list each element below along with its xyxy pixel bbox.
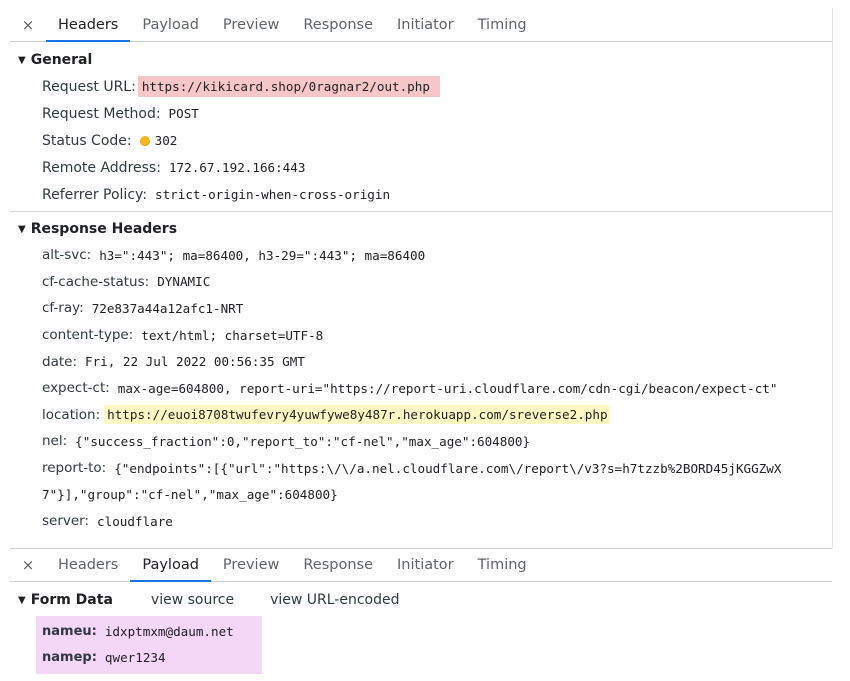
- tab-headers[interactable]: Headers: [46, 549, 130, 581]
- header-key: report-to:: [42, 460, 107, 477]
- view-source-link[interactable]: view source: [151, 592, 234, 608]
- referrer-policy-row: Referrer Policy: strict-origin-when-cros…: [42, 181, 832, 208]
- tab-initiator[interactable]: Initiator: [385, 8, 466, 41]
- header-key: content-type:: [42, 327, 134, 344]
- header-row-continuation: 7"}],"group":"cf-nel","max_age":604800}: [42, 481, 832, 508]
- header-value[interactable]: h3=":443"; ma=86400, h3-29=":443"; ma=86…: [99, 248, 425, 263]
- tab-headers[interactable]: Headers: [46, 8, 131, 42]
- form-value[interactable]: idxptmxm@daum.net: [105, 624, 234, 639]
- expand-triangle-icon: ▼: [18, 223, 26, 235]
- form-key: namep:: [42, 649, 97, 665]
- general-rows: Request URL: https://kikicard.shop/0ragn…: [10, 73, 832, 208]
- header-row: cf-ray: 72e837a44a12afc1-NRT: [42, 295, 832, 322]
- header-key: Request URL:: [42, 78, 136, 95]
- header-value[interactable]: Fri, 22 Jul 2022 00:56:35 GMT: [85, 354, 305, 369]
- tab-bar: × Headers Payload Preview Response Initi…: [10, 8, 832, 42]
- form-data-rows: nameu: idxptmxm@daum.net namep: qwer1234: [36, 616, 262, 674]
- header-key: expect-ct:: [42, 380, 110, 397]
- general-section-header[interactable]: ▼ General: [10, 47, 832, 73]
- close-icon[interactable]: ×: [10, 8, 46, 41]
- header-row: expect-ct: max-age=604800, report-uri="h…: [42, 375, 832, 402]
- header-value[interactable]: 7"}],"group":"cf-nel","max_age":604800}: [42, 487, 338, 502]
- header-key: nel:: [42, 433, 68, 450]
- header-key: cf-cache-status:: [42, 273, 150, 290]
- header-value[interactable]: 72e837a44a12afc1-NRT: [92, 301, 244, 316]
- header-value[interactable]: strict-origin-when-cross-origin: [155, 187, 390, 202]
- header-value[interactable]: text/html; charset=UTF-8: [141, 328, 323, 343]
- response-headers-title: Response Headers: [30, 221, 178, 237]
- form-data-row: nameu: idxptmxm@daum.net: [42, 618, 256, 644]
- header-value[interactable]: {"success_fraction":0,"report_to":"cf-ne…: [75, 434, 530, 449]
- form-key: nameu:: [42, 623, 97, 639]
- tab-initiator[interactable]: Initiator: [385, 549, 466, 581]
- location-row: location: https://euoi8708twufevry4yuwfy…: [42, 402, 832, 429]
- form-data-row: namep: qwer1234: [42, 644, 256, 670]
- payload-panel: × Headers Payload Preview Response Initi…: [10, 548, 832, 681]
- form-data-section-header[interactable]: ▼ Form Data view source view URL-encoded: [10, 586, 832, 614]
- tab-response[interactable]: Response: [291, 549, 385, 581]
- general-title: General: [30, 52, 93, 68]
- remote-address-row: Remote Address: 172.67.192.166:443: [42, 154, 832, 181]
- header-key: location:: [42, 406, 101, 423]
- header-value[interactable]: POST: [169, 106, 199, 121]
- header-key: date:: [42, 353, 77, 370]
- header-key: server:: [42, 513, 90, 530]
- tab-payload[interactable]: Payload: [130, 549, 211, 582]
- header-value[interactable]: max-age=604800, report-uri="https://repo…: [118, 381, 778, 396]
- expand-triangle-icon: ▼: [18, 594, 26, 606]
- tab-payload[interactable]: Payload: [130, 8, 211, 41]
- header-row: cf-cache-status: DYNAMIC: [42, 269, 832, 296]
- header-key: cf-ray:: [42, 300, 84, 317]
- close-icon[interactable]: ×: [10, 549, 46, 581]
- header-row: nel: {"success_fraction":0,"report_to":"…: [42, 428, 832, 455]
- header-row: date: Fri, 22 Jul 2022 00:56:35 GMT: [42, 348, 832, 375]
- view-url-encoded-link[interactable]: view URL-encoded: [270, 592, 399, 608]
- status-code-row: Status Code: 302: [42, 127, 832, 154]
- request-method-row: Request Method: POST: [42, 100, 832, 127]
- header-value[interactable]: cloudflare: [97, 514, 173, 529]
- response-headers-section-header[interactable]: ▼ Response Headers: [10, 216, 832, 242]
- form-value[interactable]: qwer1234: [105, 650, 166, 665]
- tab-timing[interactable]: Timing: [466, 549, 539, 581]
- tab-bar: × Headers Payload Preview Response Initi…: [10, 548, 832, 582]
- header-key: Referrer Policy:: [42, 186, 147, 203]
- header-row: report-to: {"endpoints":[{"url":"https:\…: [42, 455, 832, 482]
- header-value[interactable]: DYNAMIC: [157, 274, 210, 289]
- form-data-title: Form Data: [30, 592, 113, 608]
- request-url-row: Request URL: https://kikicard.shop/0ragn…: [42, 73, 832, 100]
- header-key: Request Method:: [42, 105, 161, 122]
- header-value[interactable]: {"endpoints":[{"url":"https:\/\/a.nel.cl…: [114, 461, 781, 476]
- header-row: alt-svc: h3=":443"; ma=86400, h3-29=":44…: [42, 242, 832, 269]
- request-url-value[interactable]: https://kikicard.shop/0ragnar2/out.php: [137, 76, 440, 97]
- tab-response[interactable]: Response: [291, 8, 385, 41]
- status-code-value[interactable]: 302: [155, 133, 178, 148]
- tab-preview[interactable]: Preview: [211, 549, 291, 581]
- header-key: Remote Address:: [42, 159, 161, 176]
- expand-triangle-icon: ▼: [18, 54, 26, 66]
- status-dot-icon: [139, 135, 150, 146]
- header-row: server: cloudflare: [42, 508, 832, 535]
- header-key: Status Code:: [42, 132, 132, 149]
- header-value[interactable]: 172.67.192.166:443: [169, 160, 305, 175]
- response-header-rows: alt-svc: h3=":443"; ma=86400, h3-29=":44…: [10, 242, 832, 535]
- tab-timing[interactable]: Timing: [466, 8, 539, 41]
- header-key: alt-svc:: [42, 247, 92, 264]
- location-value[interactable]: https://euoi8708twufevry4yuwfywe8y487r.h…: [104, 405, 610, 425]
- headers-panel: × Headers Payload Preview Response Initi…: [10, 8, 833, 548]
- tab-preview[interactable]: Preview: [211, 8, 291, 41]
- header-row: content-type: text/html; charset=UTF-8: [42, 322, 832, 349]
